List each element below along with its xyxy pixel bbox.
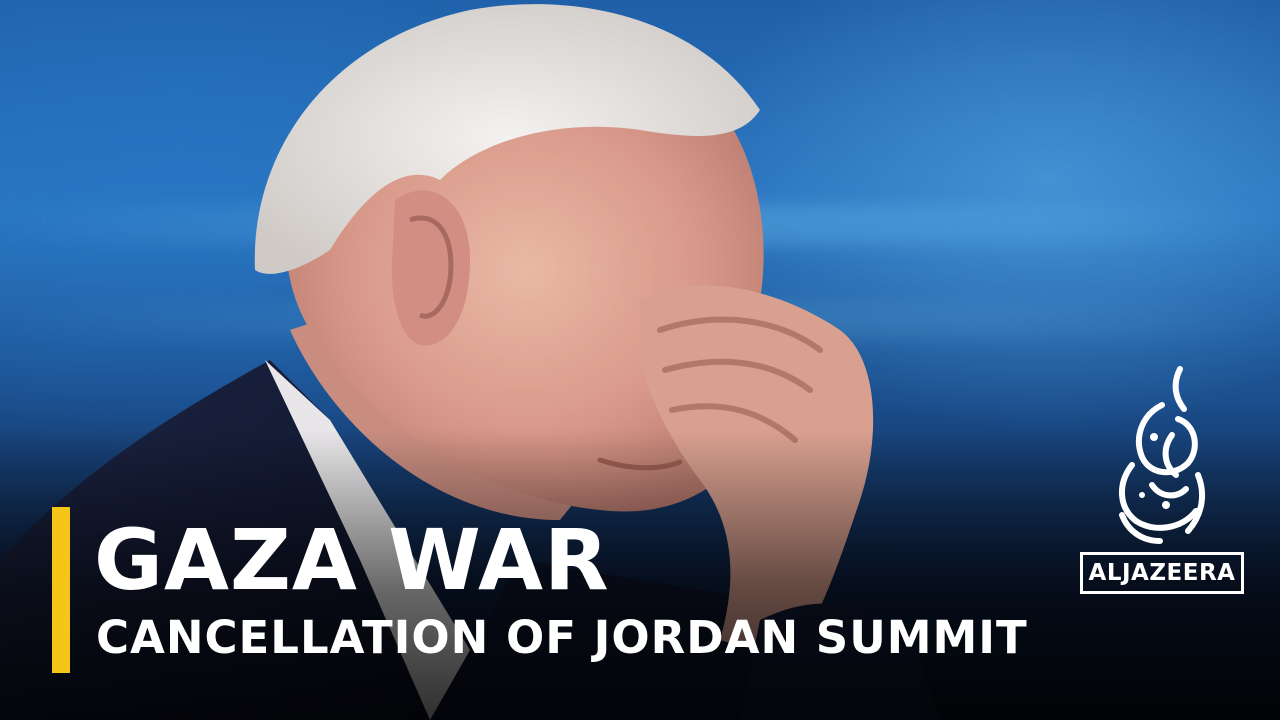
al-jazeera-calligraphy-emblem-icon [1118,366,1206,544]
logo-wordmark-box: ALJAZEERA [1080,552,1244,594]
headline: GAZA WAR [94,511,610,609]
subheadline: CANCELLATION OF JORDAN SUMMIT [96,611,1028,664]
broadcaster-logo: ALJAZEERA [1080,365,1250,605]
logo-wordmark: ALJAZEERA [1088,560,1236,586]
headline-accent-bar [52,507,70,673]
video-thumbnail: GAZA WAR CANCELLATION OF JORDAN SUMMIT A… [0,0,1280,720]
